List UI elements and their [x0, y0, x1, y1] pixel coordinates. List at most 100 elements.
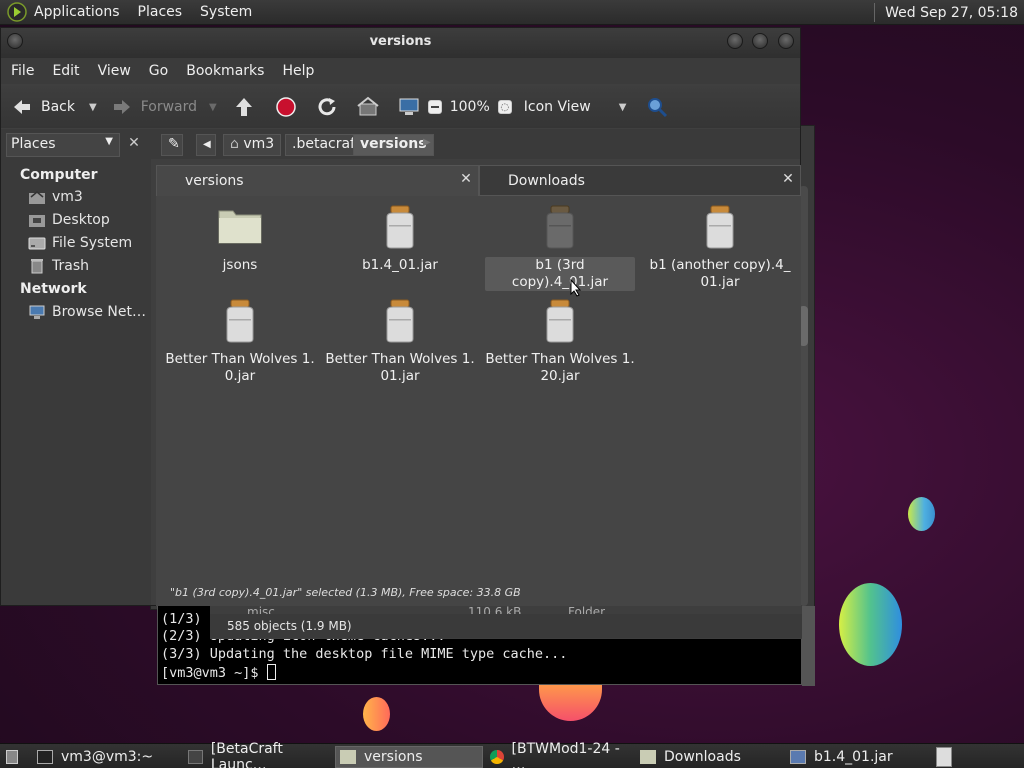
menu-applications[interactable]: Applications	[34, 4, 120, 20]
search-icon[interactable]	[646, 96, 668, 118]
view-mode-selector[interactable]: Icon View	[524, 99, 591, 115]
trash-icon	[31, 259, 43, 274]
sidebar-item-trash[interactable]: Trash	[28, 258, 89, 274]
close-button[interactable]	[778, 33, 794, 49]
terminal-prompt-line: [vm3@vm3 ~]$	[161, 664, 276, 681]
menu-file[interactable]: File	[11, 63, 34, 79]
zoom-level: 100%	[449, 99, 490, 115]
jar-icon	[696, 205, 744, 253]
sidebar-item-label: vm3	[52, 189, 83, 205]
taskbar-item-versions[interactable]: versions	[335, 746, 483, 768]
back-history-dropdown-icon[interactable]: ▼	[89, 102, 97, 113]
taskbar-item-downloads[interactable]: Downloads	[636, 746, 784, 768]
breadcrumb-label: vm3	[243, 136, 275, 152]
sidebar-item-file-system[interactable]: File System	[28, 235, 132, 251]
jar-icon	[376, 205, 424, 253]
workspace-switcher-icon[interactable]	[936, 746, 956, 768]
folder-icon	[216, 205, 264, 253]
jar-icon	[536, 205, 584, 253]
zoom-out-icon[interactable]	[427, 100, 442, 114]
sidebar-item-label: Browse Net…	[52, 304, 147, 320]
archive-icon	[790, 750, 806, 764]
view-mode-dropdown-icon[interactable]: ▼	[619, 102, 627, 113]
maximize-button[interactable]	[752, 33, 768, 49]
background-status-bar: 585 objects (1.9 MB)	[210, 614, 802, 638]
sidebar: Computer vm3 Desktop File System Trash N…	[1, 159, 151, 605]
reload-icon[interactable]	[316, 96, 338, 118]
computer-icon[interactable]	[398, 96, 420, 118]
zoom-normal-icon[interactable]: ◌	[497, 100, 512, 114]
window-title: versions	[369, 34, 432, 49]
file-name: Better Than Wolves 1. 0.jar	[165, 351, 315, 384]
breadcrumb-left-arrow-icon[interactable]: ◀	[196, 134, 216, 156]
file-view-pane[interactable]: versions ✕ Downloads ✕ jsons b1.4_01.jar…	[156, 165, 801, 606]
menu-places[interactable]: Places	[138, 4, 183, 20]
menu-help[interactable]: Help	[282, 63, 314, 79]
terminal-cursor	[266, 664, 276, 680]
chrome-icon	[490, 750, 504, 764]
stop-icon[interactable]	[275, 96, 297, 118]
file-item-jar[interactable]: Better Than Wolves 1. 01.jar	[325, 299, 475, 385]
forward-button[interactable]: Forward	[111, 86, 197, 128]
taskbar-item-archive[interactable]: b1.4_01.jar	[786, 746, 934, 768]
breadcrumb-right-arrow-icon[interactable]: ▶	[423, 137, 431, 148]
file-item-jar-selected[interactable]: b1 (3rd copy).4_01.jar	[485, 205, 635, 291]
sidebar-header-network: Network	[20, 281, 87, 297]
folder-icon	[640, 750, 656, 764]
close-tab-icon[interactable]: ✕	[781, 172, 795, 186]
tab-versions[interactable]: versions ✕	[156, 165, 479, 196]
up-arrow-icon[interactable]	[233, 96, 255, 118]
jar-icon	[216, 299, 264, 347]
file-name: Better Than Wolves 1. 01.jar	[325, 351, 475, 384]
clock[interactable]: Wed Sep 27, 05:18	[885, 5, 1018, 21]
file-item-jar[interactable]: b1.4_01.jar	[325, 205, 475, 274]
terminal-scrollbar[interactable]	[802, 606, 815, 686]
home-icon[interactable]	[357, 96, 379, 118]
forward-history-dropdown-icon[interactable]: ▼	[209, 102, 217, 113]
sidebar-item-label: File System	[52, 235, 133, 251]
menu-view[interactable]: View	[98, 63, 131, 79]
title-bar[interactable]: versions	[1, 28, 800, 58]
app-icon	[188, 750, 203, 764]
breadcrumb-home[interactable]: ⌂ vm3	[223, 134, 282, 156]
tab-label: Downloads	[508, 173, 585, 189]
sidebar-item-browse-network[interactable]: Browse Net…	[28, 304, 146, 320]
sidebar-item-desktop[interactable]: Desktop	[28, 212, 110, 228]
close-sidebar-icon[interactable]: ✕	[125, 135, 143, 153]
back-arrow-icon	[14, 100, 30, 114]
breadcrumb-current[interactable]: versions	[353, 134, 434, 156]
file-item-jar[interactable]: Better Than Wolves 1. 20.jar	[485, 299, 635, 385]
taskbar-item-betacraft[interactable]: [BetaCraft Launc…	[184, 741, 332, 768]
system-logo-icon[interactable]	[7, 2, 27, 22]
minimize-button[interactable]	[727, 33, 743, 49]
mouse-pointer-icon	[570, 279, 582, 297]
menu-bookmarks[interactable]: Bookmarks	[186, 63, 264, 79]
file-item-jar[interactable]: Better Than Wolves 1. 0.jar	[165, 299, 315, 385]
sidebar-item-vm3[interactable]: vm3	[28, 189, 83, 205]
taskbar-item-terminal[interactable]: vm3@vm3:~	[33, 746, 181, 768]
show-desktop-icon[interactable]	[2, 746, 26, 768]
desktop-wallpaper-shape	[908, 497, 935, 531]
taskbar-item-browser[interactable]: [BTWMod1-24 - …	[486, 741, 634, 768]
terminal-icon	[37, 750, 53, 764]
file-name: b1 (3rd copy).4_01.jar	[485, 257, 635, 291]
sidebar-mode-selector[interactable]: Places ▼	[6, 133, 120, 157]
back-button[interactable]: Back	[11, 86, 75, 128]
tab-downloads[interactable]: Downloads ✕	[479, 165, 801, 196]
back-label: Back	[41, 99, 75, 115]
file-item-jsons[interactable]: jsons	[165, 205, 315, 274]
menu-go[interactable]: Go	[149, 63, 168, 79]
desktop-wallpaper-shape	[363, 697, 390, 731]
edit-location-icon[interactable]: ✎	[161, 134, 183, 156]
location-bar: Places ▼ ✕ ✎ ◀ ⌂ vm3 .betacraft versions…	[1, 129, 800, 159]
top-panel: Applications Places System Wed Sep 27, 0…	[0, 0, 1024, 25]
sidebar-header-computer: Computer	[20, 167, 98, 183]
menu-edit[interactable]: Edit	[52, 63, 79, 79]
file-item-jar[interactable]: b1 (another copy).4_ 01.jar	[645, 205, 795, 291]
folder-icon	[340, 750, 356, 764]
close-tab-icon[interactable]: ✕	[459, 172, 473, 186]
home-folder-icon	[29, 191, 45, 204]
toolbar: Back ▼ Forward ▼ 100% ◌ Icon View ▼	[1, 86, 800, 128]
menu-system[interactable]: System	[200, 4, 252, 20]
taskbar-item-label: versions	[364, 749, 423, 765]
